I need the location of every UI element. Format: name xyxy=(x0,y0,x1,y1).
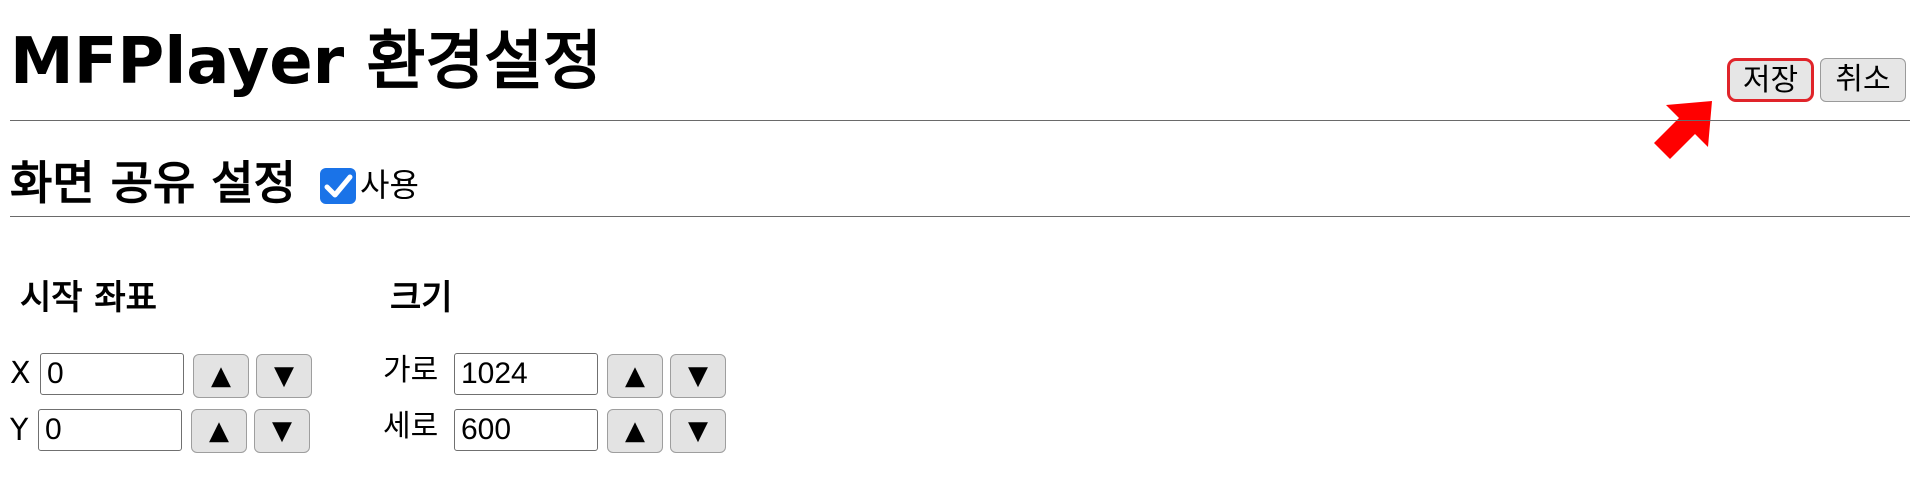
header-divider xyxy=(10,120,1910,121)
enable-label: 사용 xyxy=(360,166,419,204)
y-label: Y xyxy=(10,413,29,448)
section-title: 화면 공유 설정 xyxy=(10,156,296,210)
start-coords-title: 시작 좌표 xyxy=(20,278,157,318)
width-up-button[interactable]: ▲ xyxy=(607,354,663,398)
x-up-button[interactable]: ▲ xyxy=(193,354,249,398)
size-title: 크기 xyxy=(390,278,453,318)
page-title: MFPlayer 환경설정 xyxy=(10,25,602,99)
width-down-button[interactable]: ▼ xyxy=(670,354,726,398)
height-input[interactable] xyxy=(454,409,598,451)
width-input[interactable] xyxy=(454,353,598,395)
save-button[interactable]: 저장 xyxy=(1727,58,1814,102)
x-input[interactable] xyxy=(40,353,184,395)
section-divider xyxy=(10,216,1910,217)
x-label: X xyxy=(10,356,31,391)
height-down-button[interactable]: ▼ xyxy=(670,409,726,453)
pointer-arrow-icon xyxy=(1654,101,1712,159)
checkmark-icon xyxy=(324,174,353,198)
x-down-button[interactable]: ▼ xyxy=(256,354,312,398)
y-down-button[interactable]: ▼ xyxy=(254,409,310,453)
height-up-button[interactable]: ▲ xyxy=(607,409,663,453)
y-up-button[interactable]: ▲ xyxy=(191,409,247,453)
cancel-button[interactable]: 취소 xyxy=(1820,58,1906,102)
width-label: 가로 xyxy=(383,353,439,388)
y-input[interactable] xyxy=(38,409,182,451)
height-label: 세로 xyxy=(383,409,439,444)
enable-checkbox[interactable] xyxy=(320,168,356,204)
